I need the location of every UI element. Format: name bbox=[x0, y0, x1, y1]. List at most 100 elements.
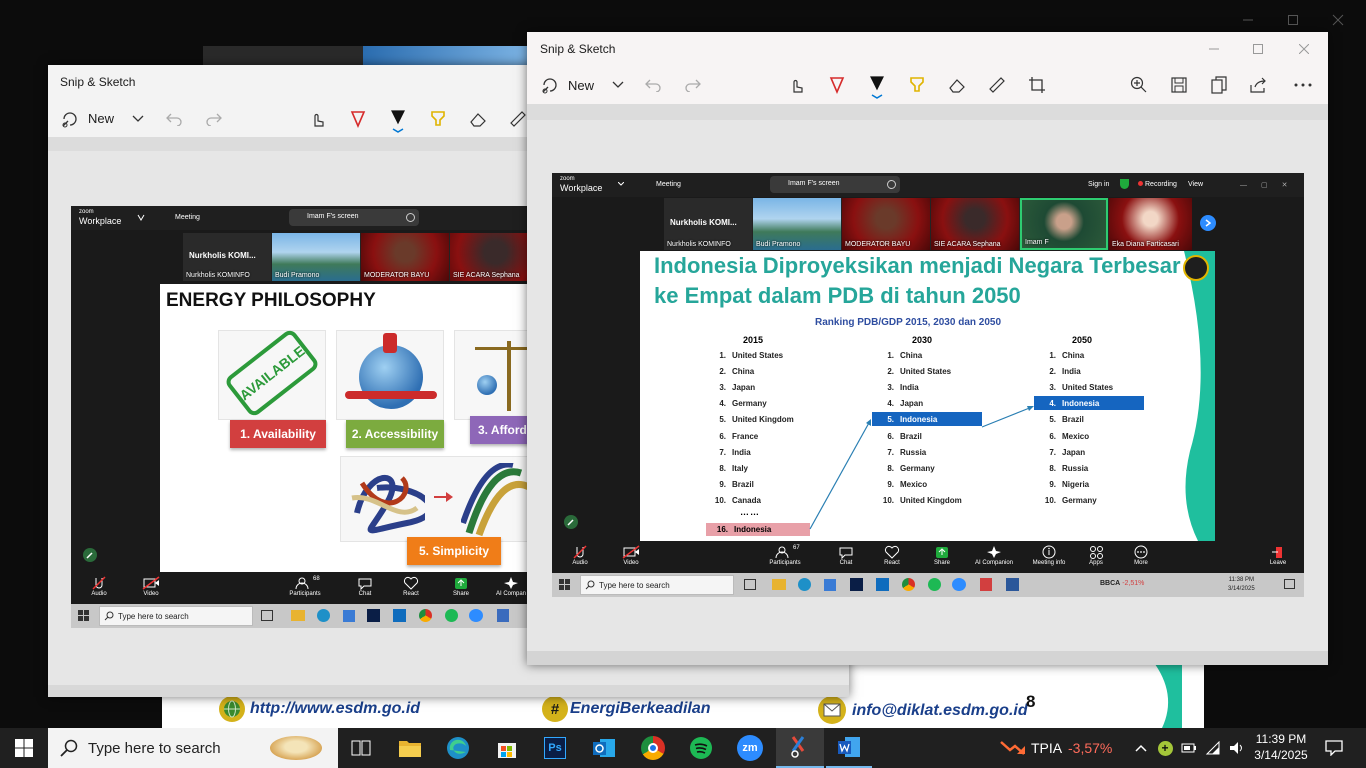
file-explorer-icon[interactable] bbox=[772, 579, 786, 590]
chevron-down-icon[interactable] bbox=[608, 73, 628, 97]
highlighter-icon[interactable] bbox=[426, 107, 450, 131]
spotify-icon[interactable] bbox=[445, 609, 458, 622]
close-icon[interactable] bbox=[1326, 8, 1350, 32]
spotify-icon[interactable] bbox=[928, 578, 941, 591]
notifications-icon[interactable] bbox=[1318, 728, 1350, 768]
battery-icon[interactable] bbox=[1178, 728, 1200, 768]
participant-tile[interactable]: Nurkholis KOMI... Nurkholis KOMINFO bbox=[183, 233, 271, 281]
volume-icon[interactable] bbox=[1226, 728, 1248, 768]
maximize-icon[interactable] bbox=[1247, 38, 1269, 60]
share-button[interactable]: Share bbox=[922, 545, 962, 566]
pencil-icon[interactable] bbox=[386, 107, 410, 135]
store-icon[interactable] bbox=[343, 610, 355, 622]
more-button[interactable]: More bbox=[1121, 545, 1161, 566]
participant-tile[interactable]: MODERATOR BAYU bbox=[842, 198, 930, 250]
crop-icon[interactable] bbox=[1025, 73, 1049, 97]
highlighter-icon[interactable] bbox=[905, 73, 929, 97]
eraser-icon[interactable] bbox=[945, 73, 969, 97]
annotate-pencil-icon[interactable] bbox=[564, 515, 578, 529]
screen-share-pill[interactable]: Imam F's screen bbox=[770, 176, 900, 193]
chevron-down-icon[interactable] bbox=[128, 107, 148, 131]
wifi-icon[interactable] bbox=[1202, 728, 1224, 768]
store-icon[interactable] bbox=[484, 728, 530, 768]
file-explorer-icon[interactable] bbox=[291, 610, 305, 621]
taskbar-search-box[interactable]: Type here to search bbox=[48, 728, 338, 768]
touch-writing-icon[interactable] bbox=[785, 73, 809, 97]
ai-companion-button[interactable]: AI Companion bbox=[974, 545, 1014, 566]
participant-tile[interactable]: MODERATOR BAYU bbox=[361, 233, 449, 281]
ballpoint-pen-icon[interactable] bbox=[346, 107, 370, 131]
app-icon[interactable] bbox=[497, 609, 509, 622]
chat-button[interactable]: Chat bbox=[345, 576, 385, 597]
photoshop-icon[interactable] bbox=[850, 578, 863, 591]
copy-icon[interactable] bbox=[1207, 73, 1231, 97]
pencil-icon[interactable] bbox=[865, 73, 889, 103]
participant-tile[interactable]: Budi Pramono bbox=[272, 233, 360, 281]
ai-companion-button[interactable]: AI Compan bbox=[491, 576, 531, 597]
new-button[interactable]: New bbox=[88, 111, 114, 126]
app-icon[interactable] bbox=[980, 578, 992, 591]
minimize-icon[interactable] bbox=[1203, 38, 1225, 60]
share-icon[interactable] bbox=[1247, 73, 1271, 97]
minimize-icon[interactable] bbox=[1236, 8, 1260, 32]
audio-button[interactable]: Audio bbox=[79, 576, 119, 597]
chrome-icon[interactable] bbox=[419, 609, 432, 622]
clock[interactable]: 11:39 PM 3/14/2025 bbox=[1250, 731, 1312, 763]
zoom-app-icon[interactable] bbox=[952, 578, 966, 591]
task-view-icon[interactable] bbox=[261, 610, 273, 621]
zoom-app-icon[interactable] bbox=[469, 609, 483, 622]
snip-sketch-app-icon[interactable] bbox=[776, 728, 824, 768]
stock-widget[interactable]: TPIA -3,57% bbox=[1000, 728, 1120, 768]
participant-tile[interactable]: Eka Diana Farticasari bbox=[1109, 198, 1192, 250]
new-snip-icon[interactable] bbox=[538, 73, 562, 97]
start-button[interactable] bbox=[0, 728, 48, 768]
stock-widget[interactable]: BBCA -2,51% bbox=[1100, 580, 1144, 587]
touch-writing-icon[interactable] bbox=[306, 107, 330, 131]
view-button[interactable]: View bbox=[1188, 181, 1203, 188]
outlook-icon[interactable] bbox=[393, 609, 406, 622]
meeting-info-button[interactable]: Meeting info bbox=[1027, 545, 1071, 566]
participant-tile[interactable]: Nurkholis KOMI... Nurkholis KOMINFO bbox=[664, 198, 752, 250]
undo-icon[interactable] bbox=[162, 107, 186, 131]
react-button[interactable]: React bbox=[391, 576, 431, 597]
close-icon[interactable] bbox=[1293, 38, 1315, 60]
store-icon[interactable] bbox=[824, 579, 836, 591]
edge-icon[interactable] bbox=[317, 609, 330, 622]
photoshop-icon[interactable] bbox=[367, 609, 380, 622]
inner-clock[interactable]: 11:38 PM 3/14/2025 bbox=[1228, 576, 1255, 594]
word-icon[interactable] bbox=[1006, 578, 1019, 591]
share-button[interactable]: Share bbox=[441, 576, 481, 597]
photoshop-icon[interactable]: Ps bbox=[532, 728, 578, 768]
ballpoint-pen-icon[interactable] bbox=[825, 73, 849, 97]
sign-in-link[interactable]: Sign in bbox=[1088, 181, 1109, 188]
outlook-icon[interactable] bbox=[876, 578, 889, 591]
outlook-icon[interactable] bbox=[581, 728, 627, 768]
task-view-icon[interactable] bbox=[744, 579, 756, 590]
audio-button[interactable]: Audio bbox=[560, 545, 600, 566]
more-options-icon[interactable] bbox=[1291, 73, 1315, 97]
chrome-icon[interactable] bbox=[630, 728, 676, 768]
screen-share-pill[interactable]: Imam F's screen bbox=[289, 209, 419, 226]
video-button[interactable]: Video bbox=[611, 545, 651, 566]
redo-icon[interactable] bbox=[202, 107, 226, 131]
windows-start-icon[interactable] bbox=[78, 610, 89, 621]
save-icon[interactable] bbox=[1167, 73, 1191, 97]
task-view-button[interactable] bbox=[338, 728, 384, 768]
leave-button[interactable]: Leave bbox=[1258, 545, 1298, 566]
spotify-icon[interactable] bbox=[678, 728, 724, 768]
participant-tile-active[interactable]: Imam F bbox=[1020, 198, 1108, 250]
next-participants-icon[interactable] bbox=[1200, 215, 1216, 231]
inner-search-box[interactable]: Type here to search bbox=[99, 606, 253, 626]
zoom-app-icon[interactable]: zm bbox=[727, 728, 773, 768]
new-snip-icon[interactable] bbox=[58, 107, 82, 131]
eraser-icon[interactable] bbox=[466, 107, 490, 131]
title-bar[interactable]: Snip & Sketch bbox=[527, 32, 1328, 68]
inner-search-box[interactable]: Type here to search bbox=[580, 575, 734, 595]
add-app-icon[interactable]: + bbox=[1154, 728, 1176, 768]
apps-button[interactable]: Apps bbox=[1076, 545, 1116, 566]
windows-start-icon[interactable] bbox=[559, 579, 570, 590]
snip-sketch-window-front[interactable]: Snip & Sketch New zoom Workplace Meeting… bbox=[527, 32, 1328, 665]
redo-icon[interactable] bbox=[681, 73, 705, 97]
participant-tile[interactable]: Budi Pramono bbox=[753, 198, 841, 250]
meeting-label[interactable]: Meeting bbox=[656, 181, 681, 188]
